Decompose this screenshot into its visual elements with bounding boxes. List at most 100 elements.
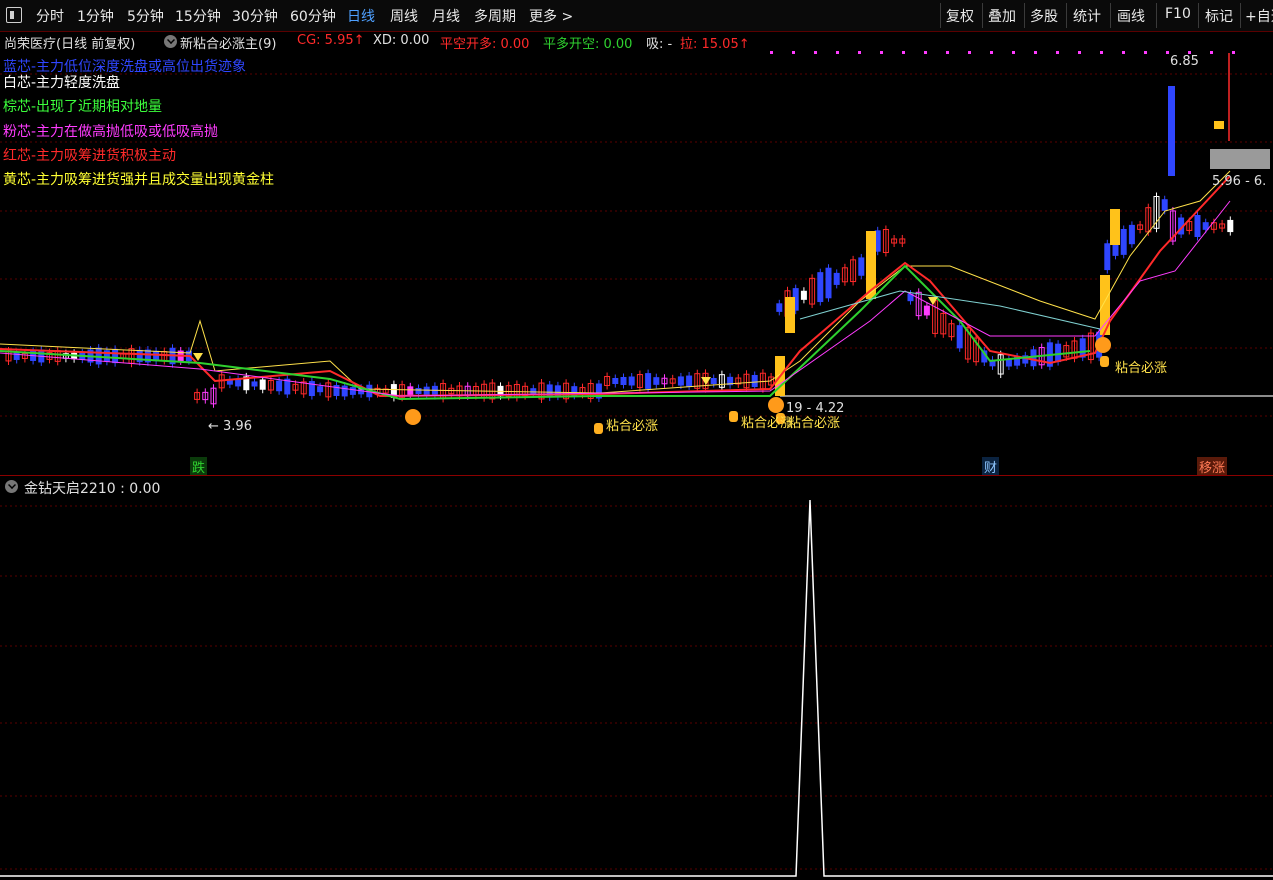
mark-button[interactable]: 标记 [1205,6,1233,26]
signal-dot [990,51,993,54]
signal-dot [946,51,949,54]
candle-body [645,373,652,389]
signal-dot [1012,51,1015,54]
ma-green-line [0,264,1091,401]
wealth-tag: 财 [982,457,1000,476]
signal-dot [880,51,883,54]
stock-title[interactable]: 尚荣医疗(日线 前复权) [4,33,135,52]
period-tab-5min[interactable]: 5分钟 [127,6,164,26]
more-periods-button[interactable]: 更多 > [529,6,573,26]
signal-dot [1210,51,1213,54]
signal-up-icon [1095,337,1111,353]
indicator-panel-title: 金钻天启2210 : 0.00 [24,481,161,497]
period-tab-intraday[interactable]: 分时 [36,6,64,26]
high-price-label: 6.85 [1170,54,1199,69]
candle-body [923,305,930,316]
close-short-open-long-value: 平空开多: 0.00 [440,37,530,52]
signal-dot [1078,51,1081,54]
range-price-label: 5.96 - 6. [1212,174,1267,189]
close-long-open-short-value: 平多开空: 0.00 [543,37,633,52]
indicator-name[interactable]: 新粘合必涨主(9) [180,33,276,52]
signal-dot [792,51,795,54]
signal-label: 粘合必涨 [788,416,841,431]
indicator-line [0,499,1273,877]
period-tab-1min[interactable]: 1分钟 [77,6,114,26]
draw-line-button[interactable]: 画线 [1117,6,1145,26]
period-tab-monthly[interactable]: 月线 [432,6,460,26]
ma-pink-line [0,200,1231,397]
candle-body [628,376,635,386]
candle-body [858,257,865,276]
candle-body [112,348,119,364]
legend-brown: 棕芯-出现了近期相对地量 [3,99,163,115]
candle-body [251,381,258,387]
signal-dot [1144,51,1147,54]
fall-tag: 跌 [190,457,208,476]
signal-up-icon [768,397,784,413]
candle-body [431,385,438,397]
candle-body [825,267,832,299]
signal-label: 粘合必涨 [1115,361,1168,376]
adjust-rights-button[interactable]: 复权 [946,6,974,26]
candle-body [530,388,537,394]
candle-body [235,378,242,387]
overlay-button[interactable]: 叠加 [988,6,1016,26]
period-tab-weekly[interactable]: 周线 [390,6,418,26]
candle-body [1128,224,1135,245]
signal-dot [1166,51,1169,54]
hand-pointer-icon [594,423,603,434]
add-watchlist-button[interactable]: +自选 [1245,6,1273,26]
candle-body [686,375,693,387]
candle-body [341,385,348,397]
signal-dot [858,51,861,54]
candle-body [407,386,414,396]
legend-white: 白芯-主力轻度洗盘 [3,75,121,91]
f10-button[interactable]: F10 [1165,6,1191,22]
signal-dot [924,51,927,54]
candle-body [423,386,430,396]
period-tab-daily[interactable]: 日线 [347,6,375,26]
chart-header: 尚荣医疗(日线 前复权) 新粘合必涨主(9) CG: 5.95↑ XD: 0.0… [0,31,1273,52]
candle-body [259,379,266,390]
period-tab-30min[interactable]: 30分钟 [232,6,278,26]
period-tab-15min[interactable]: 15分钟 [175,6,221,26]
legend-yellow: 黄芯-主力吸筹进货强并且成交量出现黄金柱 [3,172,275,188]
hand-pointer-icon [729,411,738,422]
candle-body [817,272,824,303]
pull-value: 拉: 15.05↑ [680,37,750,52]
signal-dot [836,51,839,54]
collapse-icon[interactable] [164,35,177,48]
signal-up-icon [405,409,421,425]
period-tab-60min[interactable]: 60分钟 [290,6,336,26]
signal-dot [1034,51,1037,54]
candle-body [349,387,356,395]
signal-dot [770,51,773,54]
candle-body [1194,215,1201,237]
candle-body [620,376,627,386]
gold-bar [1214,121,1224,129]
candle-body [612,377,619,385]
signal-dot [1056,51,1059,54]
multi-stock-button[interactable]: 多股 [1030,6,1058,26]
candle-body [276,380,283,392]
statistics-button[interactable]: 统计 [1073,6,1101,26]
candle-body [13,352,20,360]
indicator-chart[interactable] [0,476,1273,880]
candle-body [1161,199,1168,211]
candle-body [1112,242,1119,256]
collapse-icon[interactable] [5,480,18,493]
period-tab-multi[interactable]: 多周期 [474,6,516,26]
menu-icon[interactable] [6,7,22,23]
low-price-label: ← 3.96 [208,419,252,434]
candle-body [653,377,660,385]
candle-body [1055,343,1062,363]
legend-red: 红芯-主力吸筹进货积极主动 [3,148,177,164]
candle-body [710,377,717,385]
gold-bar [785,297,795,333]
candlestick-chart[interactable] [0,51,1273,475]
signal-dot [1122,51,1125,54]
signal-dot [968,51,971,54]
price-box [1210,149,1270,169]
legend-pink: 粉芯-主力在做高抛低吸或低吸高抛 [3,124,219,140]
candle-body [677,376,684,386]
